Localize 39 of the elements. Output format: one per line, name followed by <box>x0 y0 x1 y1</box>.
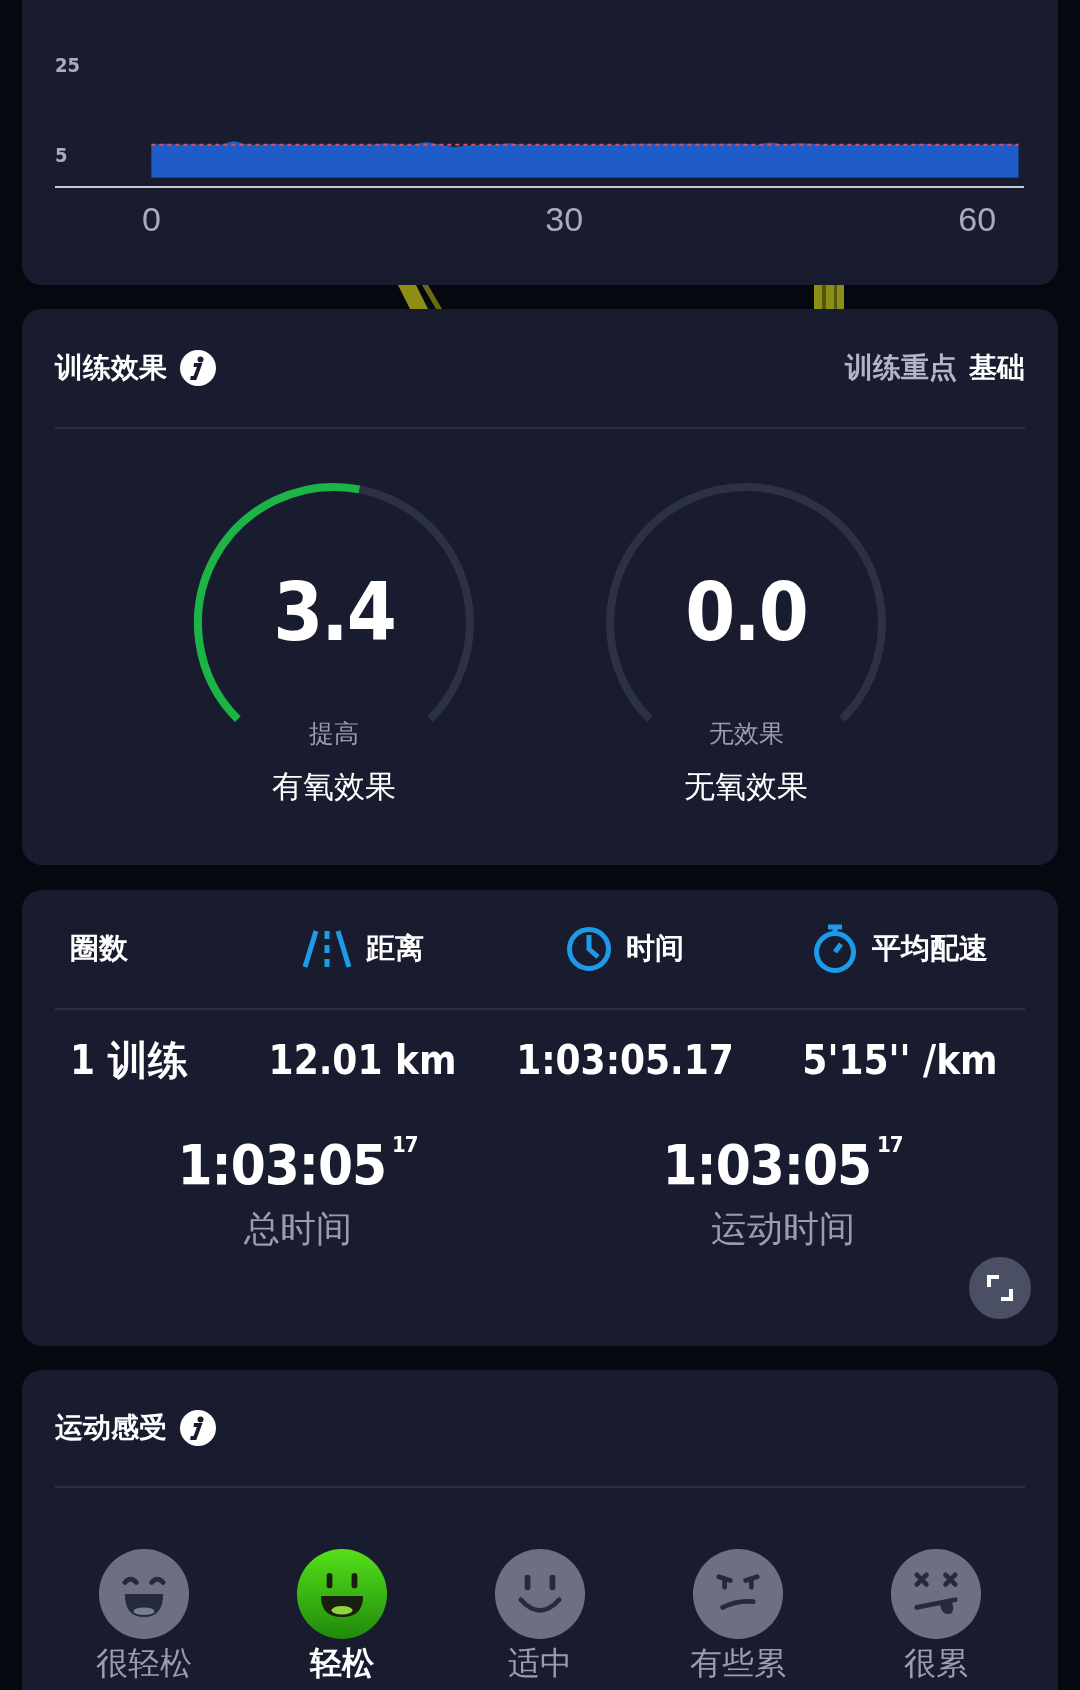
gauge-rating: 提高 <box>309 718 359 749</box>
feeling-option[interactable]: 有些累 <box>690 1646 786 1682</box>
road-icon <box>301 929 352 969</box>
expand-icon <box>987 1275 1013 1301</box>
stopwatch-icon <box>812 924 858 974</box>
section-title: 运动感受 <box>55 1411 167 1445</box>
y-tick-label: 25 <box>55 55 81 75</box>
focus-label: 训练重点 <box>845 351 957 385</box>
info-icon[interactable] <box>179 1409 217 1447</box>
y-tick-label: 5 <box>55 145 68 165</box>
section-title: 训练效果 <box>55 351 167 385</box>
column-header: 平均配速 <box>872 931 988 966</box>
time-value: 1:03:05$^{17}$ <box>177 1132 418 1197</box>
table-cell: 12.01 km <box>268 1037 457 1083</box>
table-cell: 5'15'' /km <box>802 1037 998 1083</box>
column-header: 时间 <box>626 931 684 966</box>
gauge-label: 无氧效果 <box>684 768 808 806</box>
gauge-value: 0.0 <box>685 573 807 653</box>
gauge-value: 3.4 <box>273 573 395 653</box>
time-label: 运动时间 <box>710 1207 855 1251</box>
feeling-option[interactable]: 很轻松 <box>96 1646 192 1682</box>
x-tick-label: 0 <box>141 202 161 236</box>
info-icon[interactable] <box>179 349 217 387</box>
x-tick-label: 30 <box>545 202 584 236</box>
column-header: 距离 <box>365 931 424 966</box>
face-icon[interactable] <box>296 1548 388 1640</box>
table-cell: 1:03:05.17 <box>516 1037 734 1083</box>
gauge-label: 有氧效果 <box>272 768 396 806</box>
gauge-rating: 无效果 <box>708 718 784 749</box>
focus-value: 基础 <box>969 351 1025 385</box>
feeling-option[interactable]: 轻松 <box>310 1646 374 1682</box>
feeling-option[interactable]: 适中 <box>508 1646 572 1682</box>
column-header: 圈数 <box>70 931 128 966</box>
time-label: 总时间 <box>243 1207 352 1251</box>
time-value: 1:03:05$^{17}$ <box>662 1132 903 1197</box>
table-cell: 1 训练 <box>70 1036 188 1083</box>
clock-icon <box>566 926 612 972</box>
feeling-option[interactable]: 很累 <box>904 1646 968 1682</box>
x-tick-label: 60 <box>958 202 997 236</box>
